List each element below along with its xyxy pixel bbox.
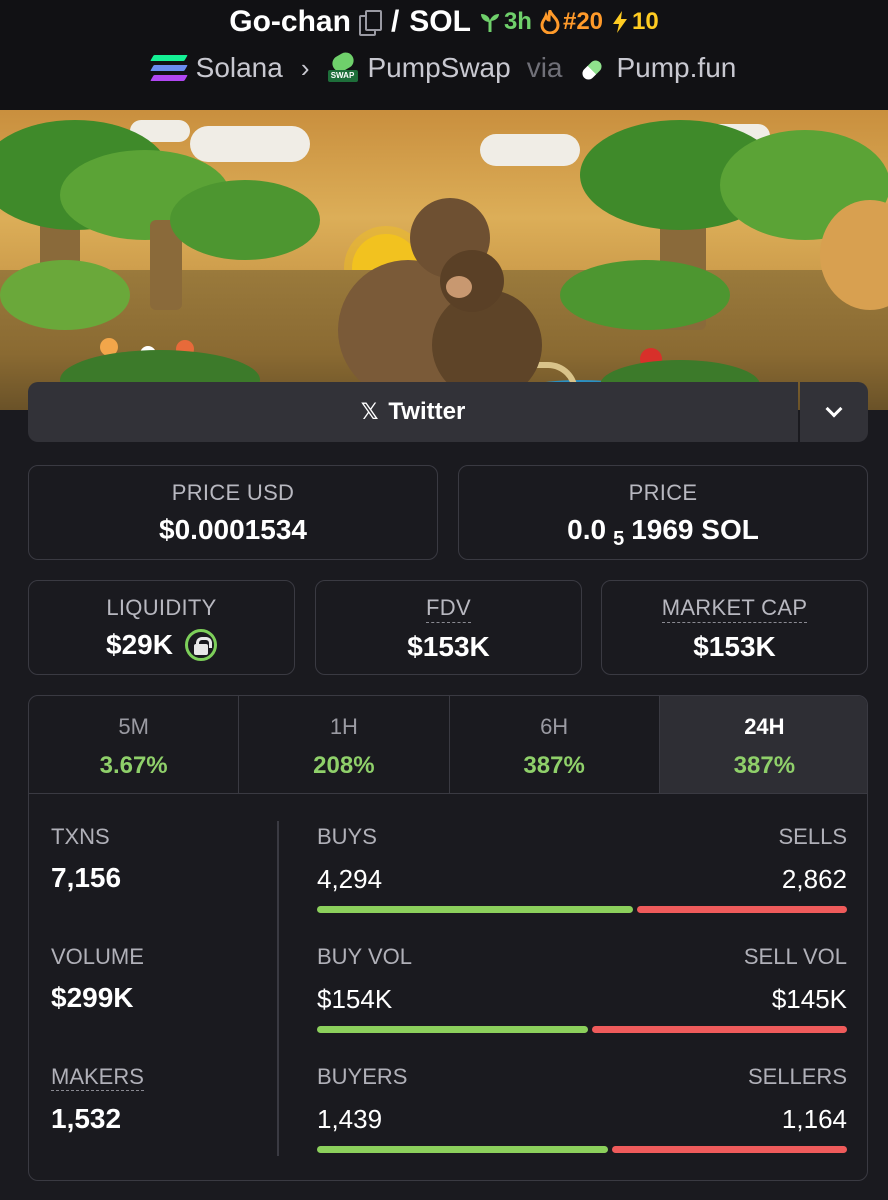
price-native-label: PRICE	[628, 480, 698, 505]
tab-change: 387%	[733, 752, 796, 779]
stats-divider	[277, 821, 279, 1156]
twitter-label: Twitter	[388, 398, 466, 425]
price-usd-label: PRICE USD	[171, 480, 295, 505]
token-banner-image	[0, 110, 888, 410]
tab-label: 24H	[744, 714, 785, 739]
tab-change: 387%	[523, 752, 585, 779]
tab-change: 3.67%	[99, 752, 168, 779]
age-text: 3h	[503, 8, 532, 35]
chain-row: Solana › SWAP PumpSwap via Pump.fun	[0, 48, 888, 88]
price-usd-card: PRICE USD $0.0001534	[28, 465, 438, 560]
buy-vol-value: $154K	[317, 984, 393, 1014]
fdv-value: $153K	[407, 631, 490, 662]
liquidity-card: LIQUIDITY $29K	[28, 580, 295, 675]
volume-value: $299K	[51, 982, 134, 1013]
volume-label: VOLUME	[51, 944, 144, 969]
buy-vol-bar	[317, 1026, 588, 1033]
via-text: via	[526, 52, 563, 83]
market-cap-label[interactable]: MARKET CAP	[661, 595, 808, 623]
sell-vol-bar	[592, 1026, 847, 1033]
buys-bar	[317, 906, 633, 913]
chevron-right-icon: ›	[300, 52, 310, 83]
fdv-card: FDV $153K	[315, 580, 582, 675]
boost-badge[interactable]: 10	[611, 8, 659, 36]
buyers-label: BUYERS	[317, 1064, 408, 1089]
fire-icon	[540, 10, 560, 34]
title-row: Go-chan / SOL 3h #20 10	[0, 2, 888, 42]
sell-vol-label: SELL VOL	[743, 944, 847, 969]
sell-vol-value: $145K	[771, 984, 847, 1014]
price-native-card: PRICE 0.0 5 1969 SOL	[458, 465, 868, 560]
token-header: Go-chan / SOL 3h #20 10 Solana › SWAP Pu…	[0, 0, 888, 110]
buys-value: 4,294	[317, 864, 383, 894]
pill-icon	[578, 54, 606, 83]
boost-count: 10	[632, 8, 659, 35]
tab-5m[interactable]: 5M 3.67%	[29, 696, 240, 793]
more-links-button[interactable]	[800, 382, 868, 442]
price-usd-value: $0.0001534	[159, 514, 307, 545]
bolt-icon	[613, 11, 628, 33]
liquidity-value: $29K	[106, 629, 173, 660]
launchpad-link[interactable]: Pump.fun	[616, 52, 736, 84]
buyers-sellers-row: BUYERS SELLERS 1,439 1,164	[317, 1064, 847, 1164]
pumpswap-icon: SWAP	[327, 49, 358, 82]
tab-label: 5M	[118, 714, 149, 739]
txns-label: TXNS	[51, 824, 110, 849]
sellers-value: 1,164	[781, 1104, 847, 1134]
buy-sell-volume-row: BUY VOL SELL VOL $154K $145K	[317, 944, 847, 1044]
age-badge: 3h	[479, 8, 532, 36]
volume-stat: VOLUME $299K	[51, 944, 144, 1014]
txns-stat: TXNS 7,156	[51, 824, 121, 894]
makers-label[interactable]: MAKERS	[51, 1064, 144, 1091]
price-suffix: 1969 SOL	[631, 514, 759, 545]
tab-1h[interactable]: 1H 208%	[239, 696, 450, 793]
solana-icon	[149, 55, 188, 81]
dex-link[interactable]: PumpSwap	[368, 52, 511, 84]
chevron-down-icon	[825, 400, 843, 418]
period-stats-panel: 5M 3.67% 1H 208% 6H 387% 24H 387% TXNS 7…	[28, 695, 868, 1181]
fdv-label[interactable]: FDV	[426, 595, 471, 623]
x-icon: 𝕏	[360, 399, 379, 424]
sells-label: SELLS	[778, 824, 848, 849]
market-cap-card: MARKET CAP $153K	[601, 580, 868, 675]
liquidity-label: LIQUIDITY	[106, 595, 217, 620]
lock-icon[interactable]	[184, 629, 217, 661]
pair-slash: /	[390, 5, 400, 38]
trending-badge[interactable]: #20	[540, 8, 603, 36]
copy-icon[interactable]	[358, 10, 382, 36]
liquidity-value-row: $29K	[29, 629, 294, 661]
buyers-value: 1,439	[317, 1104, 383, 1134]
tab-label: 6H	[540, 714, 569, 739]
buys-label: BUYS	[317, 824, 377, 849]
buys-sells-row: BUYS SELLS 4,294 2,862	[317, 824, 847, 924]
sells-bar	[637, 906, 847, 913]
price-native-value: 0.0 5 1969 SOL	[459, 514, 867, 550]
period-tabs: 5M 3.67% 1H 208% 6H 387% 24H 387%	[29, 696, 867, 794]
sellers-bar	[612, 1146, 847, 1153]
quote-symbol: SOL	[409, 5, 471, 38]
twitter-link-button[interactable]: 𝕏 Twitter	[28, 382, 798, 442]
tab-label: 1H	[329, 714, 358, 739]
txns-value: 7,156	[51, 862, 122, 893]
sellers-label: SELLERS	[747, 1064, 847, 1089]
market-cap-value: $153K	[693, 631, 776, 662]
price-zero-count: 5	[613, 527, 625, 550]
tab-change: 208%	[313, 752, 375, 779]
price-prefix: 0.0	[567, 514, 607, 545]
makers-value: 1,532	[51, 1103, 122, 1134]
trending-rank: #20	[562, 8, 604, 35]
buyers-bar	[317, 1146, 608, 1153]
tab-24h[interactable]: 24H 387%	[659, 696, 867, 793]
token-name: Go-chan	[229, 5, 351, 38]
sells-value: 2,862	[781, 864, 847, 894]
seedling-icon	[480, 14, 499, 32]
buy-vol-label: BUY VOL	[317, 944, 412, 969]
tab-6h[interactable]: 6H 387%	[450, 696, 660, 793]
chain-link[interactable]: Solana	[196, 52, 283, 84]
makers-stat: MAKERS 1,532	[51, 1064, 144, 1135]
